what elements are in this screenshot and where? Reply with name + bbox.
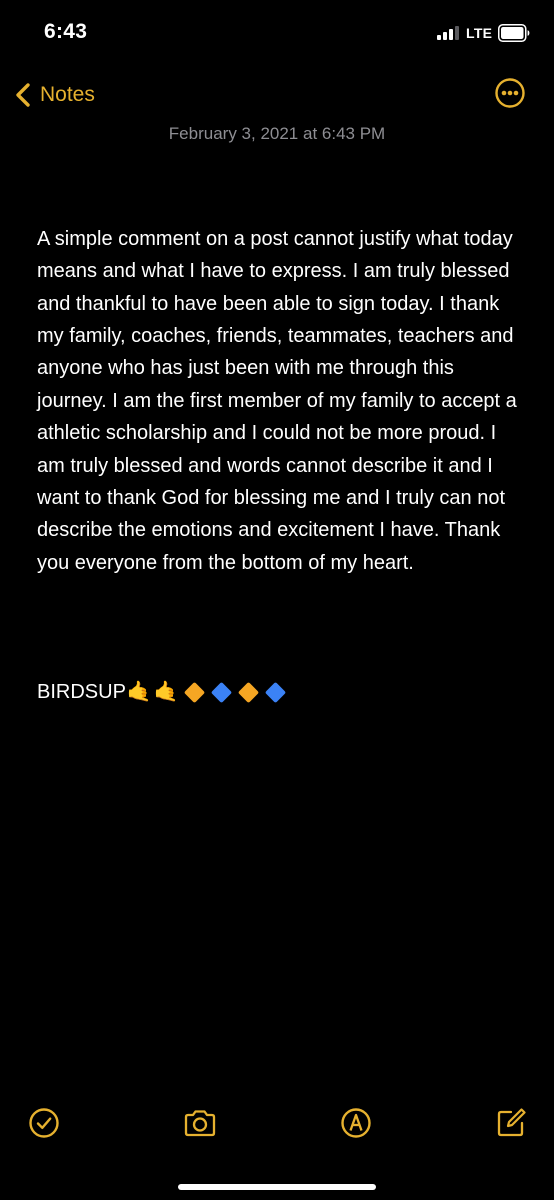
cellular-signal-icon — [437, 26, 459, 40]
blue-diamond-icon — [210, 681, 232, 703]
call-me-hand-emoji: 🤙 — [126, 681, 152, 703]
note-paragraph: A simple comment on a post cannot justif… — [37, 227, 523, 574]
signoff-text: BIRDSUP — [37, 681, 126, 703]
call-me-hand-emoji: 🤙 — [153, 681, 179, 703]
status-bar: 6:43 LTE — [0, 0, 554, 66]
note-body[interactable]: A simple comment on a post cannot justif… — [37, 158, 527, 612]
network-type: LTE — [466, 25, 493, 41]
compose-icon — [497, 1108, 526, 1137]
ellipsis-circle-icon[interactable] — [494, 77, 526, 109]
checklist-icon — [29, 1108, 59, 1138]
chevron-left-icon — [16, 83, 30, 107]
battery-icon — [498, 24, 530, 42]
home-indicator[interactable] — [178, 1184, 376, 1190]
bottom-toolbar — [0, 1100, 554, 1154]
markup-icon — [341, 1108, 371, 1138]
back-label: Notes — [40, 83, 95, 106]
camera-icon — [184, 1110, 216, 1137]
note-date: February 3, 2021 at 6:43 PM — [168, 124, 386, 143]
note-signoff[interactable]: BIRDSUP 🤙 🤙 — [37, 676, 289, 708]
orange-diamond-icon — [237, 681, 259, 703]
back-button[interactable]: Notes — [14, 78, 95, 112]
markup-button[interactable] — [339, 1106, 373, 1140]
compose-button[interactable] — [494, 1106, 528, 1140]
blue-diamond-icon — [264, 681, 286, 703]
nav-bar: Notes — [0, 70, 554, 120]
orange-diamond-icon — [183, 681, 205, 703]
checklist-button[interactable] — [27, 1106, 61, 1140]
camera-button[interactable] — [183, 1106, 217, 1140]
emoji-row: 🤙 🤙 — [126, 681, 289, 703]
status-time: 6:43 — [44, 20, 88, 43]
